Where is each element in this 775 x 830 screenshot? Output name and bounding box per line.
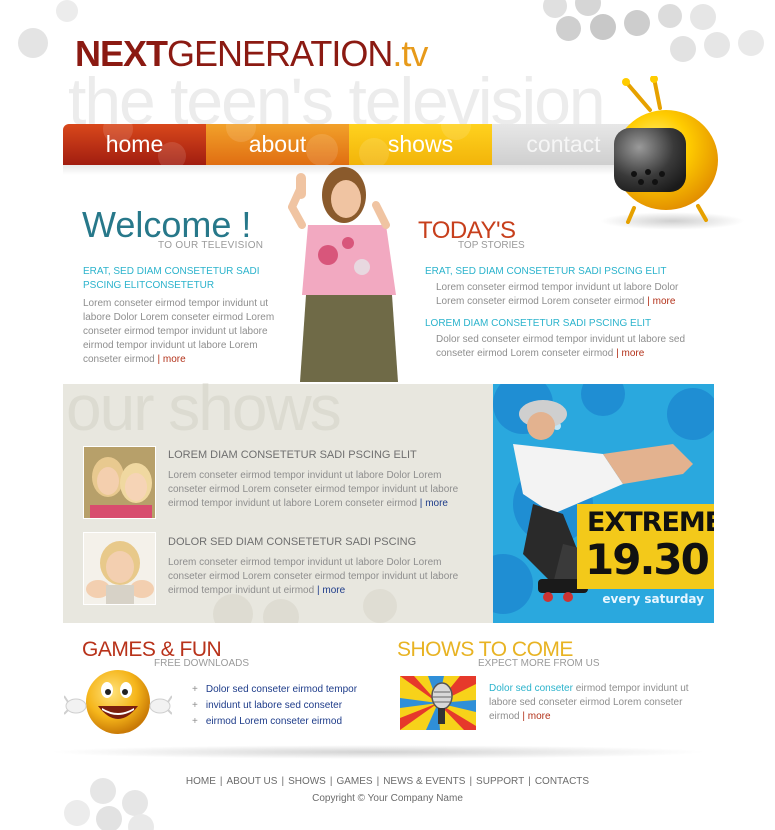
footer-separator: | bbox=[469, 776, 473, 787]
decor-dot bbox=[624, 10, 650, 36]
logo-next: NEXT bbox=[75, 33, 168, 74]
decor-dot bbox=[670, 36, 696, 62]
games-list-item[interactable]: + eirmod Lorem conseter eirmod bbox=[192, 714, 357, 730]
today-subtitle: TOP STORIES bbox=[458, 240, 525, 251]
footer-link-shows[interactable]: SHOWS bbox=[288, 776, 326, 787]
show-2-heading: DOLOR SED DIAM CONSETETUR SADI PSCING bbox=[168, 536, 417, 548]
logo-tv: .tv bbox=[392, 33, 428, 74]
more-separator: | bbox=[157, 354, 161, 365]
decor-dot bbox=[18, 28, 48, 58]
decor-dot bbox=[575, 0, 601, 16]
decor-dot bbox=[658, 4, 682, 28]
nav-shows-label: shows bbox=[387, 131, 454, 157]
extreme-promo-banner[interactable]: EXTREME 19.30 every saturday bbox=[493, 384, 714, 623]
promo-title: EXTREME bbox=[587, 507, 714, 538]
decor-dot bbox=[96, 806, 122, 830]
show-2-photo bbox=[84, 533, 155, 604]
games-list-item[interactable]: + invidunt ut labore sed conseter bbox=[192, 698, 357, 714]
show-1-heading: LOREM DIAM CONSETETUR SADI PSCING ELIT bbox=[168, 449, 417, 461]
welcome-subtitle: TO OUR TELEVISION bbox=[158, 240, 264, 251]
shows-to-come-body: Dolor sed conseter eirmod tempor invidun… bbox=[489, 682, 704, 724]
decor-dot bbox=[556, 16, 581, 41]
decor-dot bbox=[738, 30, 764, 56]
our-shows-title: our shows bbox=[66, 372, 342, 444]
story-2-heading: LOREM DIAM CONSETETUR SADI PSCING ELIT bbox=[425, 318, 652, 329]
footer-link-support[interactable]: SUPPORT bbox=[476, 776, 524, 787]
games-list-item[interactable]: + Dolor sed conseter eirmod tempor bbox=[192, 682, 357, 698]
footer-nav: HOME | ABOUT US | SHOWS | GAMES | NEWS & EVENTS |… bbox=[0, 776, 775, 787]
more-separator: | bbox=[522, 711, 525, 722]
more-separator: | bbox=[647, 296, 650, 307]
copyright: Copyright © Your Company Name bbox=[312, 793, 463, 804]
footer-separator: | bbox=[376, 776, 380, 787]
plus-icon: + bbox=[192, 684, 198, 695]
footer-link-home[interactable]: HOME bbox=[186, 776, 216, 787]
footer-shadow bbox=[48, 745, 708, 759]
games-link-3[interactable]: eirmod Lorem conseter eirmod bbox=[206, 716, 342, 727]
decor-dot bbox=[56, 0, 78, 22]
welcome-title: Welcome ! bbox=[82, 204, 252, 245]
story-2-more-link[interactable]: more bbox=[621, 348, 644, 359]
decor-dot bbox=[590, 14, 616, 40]
games-link-2[interactable]: invidunt ut labore sed conseter bbox=[206, 700, 342, 711]
nav-home-label: home bbox=[105, 131, 164, 157]
hero-girl-photo bbox=[288, 167, 398, 382]
welcome-more-link[interactable]: more bbox=[163, 354, 186, 365]
plus-icon: + bbox=[192, 716, 198, 727]
more-separator: | bbox=[316, 585, 320, 596]
decor-dot bbox=[690, 4, 716, 30]
show-1-body: Lorem conseter eirmod tempor invidunt ut… bbox=[168, 469, 468, 511]
decor-dot bbox=[704, 32, 730, 58]
logo-generation: GENERATION bbox=[167, 33, 393, 74]
story-1-more-link[interactable]: more bbox=[653, 296, 676, 307]
show-2-more-link[interactable]: more bbox=[322, 585, 345, 596]
nav-home[interactable]: home bbox=[63, 124, 206, 165]
footer-separator: | bbox=[528, 776, 531, 787]
welcome-heading: ERAT, SED DIAM CONSETETUR SADI PSCING EL… bbox=[83, 266, 260, 291]
welcome-body: Lorem conseter eirmod tempor invidunt ut… bbox=[83, 297, 283, 367]
promo-schedule: every saturday bbox=[602, 592, 704, 606]
story-1-text: Lorem conseter eirmod tempor invidunt ut… bbox=[436, 282, 679, 307]
more-separator: | bbox=[616, 348, 619, 359]
decor-dot bbox=[543, 0, 567, 18]
story-1-body: Lorem conseter eirmod tempor invidunt ut… bbox=[436, 281, 696, 309]
microphone-icon[interactable] bbox=[400, 676, 476, 730]
games-download-list: + Dolor sed conseter eirmod tempor + invid… bbox=[192, 682, 357, 730]
decor-dot bbox=[213, 594, 253, 623]
show-1-more-link[interactable]: more bbox=[425, 498, 448, 509]
footer-separator: | bbox=[219, 776, 223, 787]
decor-dot bbox=[128, 814, 154, 830]
footer-link-contacts[interactable]: CONTACTS bbox=[535, 776, 589, 787]
nav-contact-label: contact bbox=[526, 131, 601, 157]
promo-time: 19.30 bbox=[585, 535, 710, 584]
more-separator: | bbox=[419, 498, 423, 509]
footer-separator: | bbox=[329, 776, 333, 787]
decor-dot bbox=[263, 599, 299, 623]
plus-icon: + bbox=[192, 700, 198, 711]
show-2-body: Lorem conseter eirmod tempor invidunt ut… bbox=[168, 556, 468, 598]
show-1-thumbnail[interactable] bbox=[83, 446, 156, 519]
retro-tv-icon bbox=[614, 76, 718, 224]
footer-link-news[interactable]: NEWS & EVENTS bbox=[383, 776, 465, 787]
games-link-1[interactable]: Dolor sed conseter eirmod tempor bbox=[206, 684, 357, 695]
smiley-face-icon bbox=[64, 670, 172, 734]
story-2-body: Dolor sed conseter eirmod tempor invidun… bbox=[436, 333, 698, 361]
shows-to-come-link[interactable]: Dolor sed conseter bbox=[489, 683, 573, 694]
footer-link-about[interactable]: ABOUT US bbox=[227, 776, 278, 787]
footer-separator: | bbox=[281, 776, 285, 787]
show-1-photo bbox=[84, 447, 155, 518]
site-logo[interactable]: NEXTGENERATION.tv bbox=[75, 33, 428, 74]
nav-about-label: about bbox=[248, 131, 307, 157]
story-2-text: Dolor sed conseter eirmod tempor invidun… bbox=[436, 334, 686, 359]
show-2-text: Lorem conseter eirmod tempor invidunt ut… bbox=[168, 557, 459, 596]
shows-to-come-subtitle: EXPECT MORE FROM US bbox=[478, 658, 600, 669]
show-2-thumbnail[interactable] bbox=[83, 532, 156, 605]
show-1-text: Lorem conseter eirmod tempor invidunt ut… bbox=[168, 470, 459, 509]
footer-link-games[interactable]: GAMES bbox=[336, 776, 372, 787]
shows-to-come-more-link[interactable]: more bbox=[528, 711, 551, 722]
story-1-heading: ERAT, SED DIAM CONSETETUR SADI PSCING EL… bbox=[425, 266, 667, 277]
